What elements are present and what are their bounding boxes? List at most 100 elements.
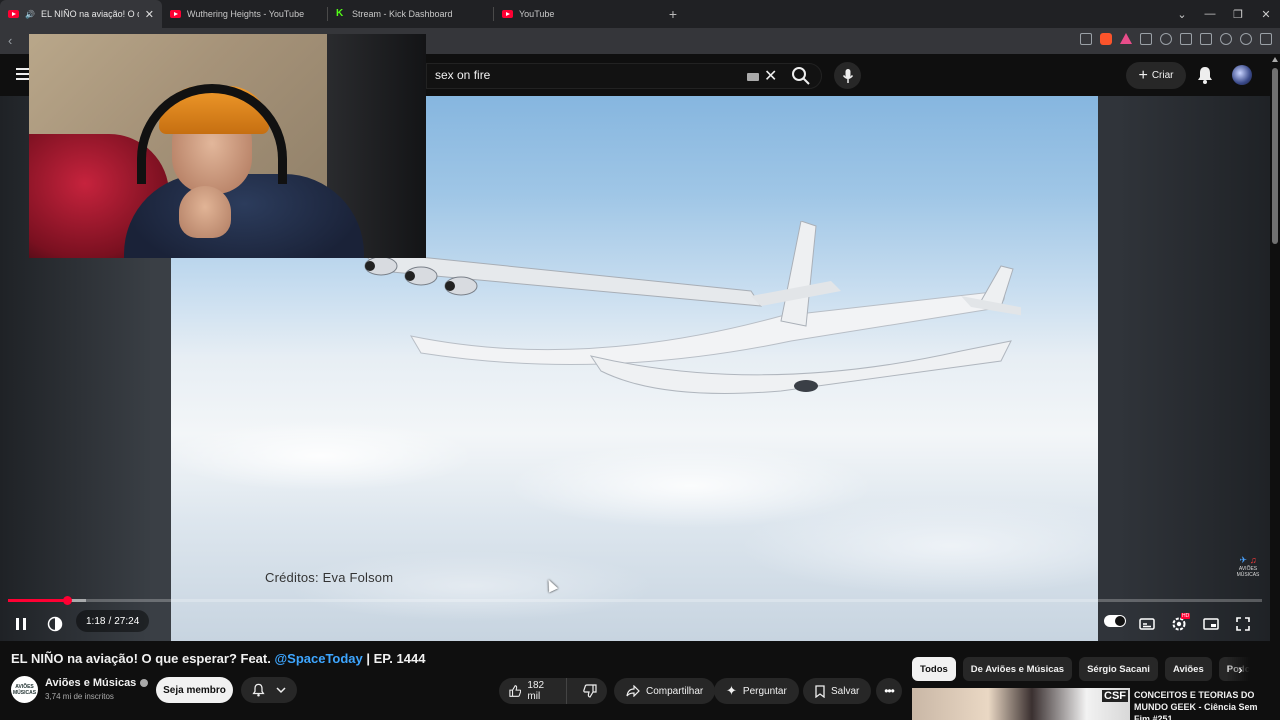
channel-avatar[interactable]: AVIÕES MÚSICAS [11, 676, 38, 703]
window-controls: ⌄ — ❐ ✕ [1168, 0, 1280, 28]
more-icon: ••• [884, 684, 895, 698]
brave-shield-icon[interactable] [1100, 33, 1112, 45]
tab-el-nino[interactable]: 🔊 EL NIÑO na aviação! O que e ✕ [0, 0, 162, 28]
share-icon [626, 685, 640, 697]
webcam-person-hand [179, 186, 231, 238]
webcam-person-jacket [124, 174, 364, 258]
back-arrow-icon[interactable]: ‹ [8, 33, 12, 48]
channel-name[interactable]: Aviões e Músicas [45, 677, 149, 689]
plus-icon: + [1138, 66, 1148, 84]
thumbs-up-icon [509, 685, 522, 697]
progress-played [8, 599, 67, 602]
microphone-icon [842, 68, 853, 83]
progress-bar[interactable] [8, 596, 1262, 605]
like-count: 182 mil [527, 680, 545, 702]
scroll-up-arrow-icon[interactable] [1272, 57, 1278, 62]
ask-button[interactable]: ✦ Perguntar [714, 678, 799, 704]
youtube-icon [8, 10, 19, 18]
miniplayer-icon [1203, 618, 1219, 630]
chip-all[interactable]: Todos [912, 657, 956, 681]
restore-button[interactable]: ❐ [1224, 8, 1252, 21]
watermark-text: AVIÕES MÚSICAS [1236, 566, 1260, 578]
subscriber-count: 3,74 mi de inscritos [45, 692, 114, 701]
mute-button[interactable] [42, 611, 68, 637]
video-title: EL NIÑO na aviação! O que esperar? Feat.… [11, 651, 425, 666]
close-tab-icon[interactable]: ✕ [145, 8, 154, 21]
search-icon[interactable] [790, 65, 812, 87]
subscription-bell-button[interactable] [241, 677, 297, 703]
volume-icon [47, 616, 63, 632]
scrollbar-thumb[interactable] [1272, 68, 1278, 244]
notifications-bell-icon[interactable] [1196, 65, 1214, 85]
recommendation-title[interactable]: CONCEITOS E TEORIAS DO MUNDO GEEK - Ciên… [1134, 689, 1264, 720]
voice-search-button[interactable] [834, 62, 861, 89]
join-button[interactable]: Seja membro [156, 677, 233, 703]
music-icon[interactable] [1160, 33, 1172, 45]
hamburger-menu-icon[interactable] [16, 68, 30, 80]
subtitles-icon [1139, 618, 1155, 630]
total-duration: 27:24 [114, 615, 140, 627]
dislike-button[interactable] [573, 684, 607, 698]
filter-chips: Todos De Aviões e Músicas Sérgio Sacani … [912, 657, 1258, 681]
pause-button[interactable] [8, 611, 34, 637]
channel-watermark[interactable]: ✈ ♫ AVIÕES MÚSICAS [1233, 555, 1263, 585]
save-button[interactable]: Salvar [803, 678, 872, 704]
sidebar-icon[interactable] [1180, 33, 1192, 45]
sparkle-icon: ✦ [726, 683, 737, 698]
page-scrollbar[interactable] [1270, 54, 1280, 720]
new-tab-button[interactable]: + [659, 0, 687, 28]
tab-title: YouTube [519, 9, 555, 19]
fullscreen-icon [1236, 617, 1250, 631]
vpn-icon[interactable] [1240, 33, 1252, 45]
tab-wuthering-heights[interactable]: Wuthering Heights - YouTube [162, 0, 327, 28]
like-button[interactable]: 182 mil [499, 678, 567, 704]
cast-icon[interactable] [1080, 33, 1092, 45]
autoplay-toggle[interactable] [1104, 615, 1126, 627]
share-label: Compartilhar [646, 685, 704, 697]
thumbnail-badge: CSF [1102, 690, 1128, 702]
more-actions-button[interactable]: ••• [876, 678, 902, 704]
like-dislike-group: 182 mil [499, 678, 607, 704]
brave-rewards-icon[interactable] [1120, 33, 1132, 44]
chip-sergio-sacani[interactable]: Sérgio Sacani [1079, 657, 1158, 681]
watermark-logo: ✈ ♫ [1239, 555, 1257, 565]
tab-youtube[interactable]: YouTube [494, 0, 659, 28]
recommendation-thumbnail[interactable]: CSF [912, 688, 1130, 720]
extensions-icon[interactable] [1140, 33, 1152, 45]
hd-badge: HD [1181, 613, 1191, 619]
search-input[interactable] [435, 68, 735, 82]
minimize-button[interactable]: — [1196, 8, 1224, 20]
search-box: ✕ [426, 63, 822, 89]
subtitles-button[interactable] [1134, 611, 1160, 637]
speaker-icon[interactable]: 🔊 [25, 10, 35, 19]
wallet-icon[interactable] [1200, 33, 1212, 45]
create-button[interactable]: + Criar [1126, 62, 1186, 89]
fullscreen-button[interactable] [1230, 611, 1256, 637]
share-button[interactable]: Compartilhar [614, 678, 716, 704]
channel-name-text: Aviões e Músicas [45, 677, 137, 689]
time-separator: / [108, 615, 112, 627]
save-label: Salvar [831, 685, 860, 697]
mention-link[interactable]: @SpaceToday [274, 651, 362, 666]
progress-scrubber-handle[interactable] [62, 596, 72, 605]
chips-fade [1226, 657, 1266, 681]
time-display: 1:18 / 27:24 [76, 610, 150, 632]
account-avatar[interactable] [1232, 65, 1252, 85]
clear-search-icon[interactable]: ✕ [764, 66, 777, 86]
leo-ai-icon[interactable] [1220, 33, 1232, 45]
browser-menu-icon[interactable] [1260, 33, 1272, 45]
settings-button[interactable]: HD [1166, 611, 1192, 637]
close-window-button[interactable]: ✕ [1252, 8, 1280, 21]
youtube-icon [502, 10, 513, 18]
bookmark-icon [815, 684, 825, 698]
chip-avioes[interactable]: Aviões [1164, 657, 1212, 681]
tab-title: Stream - Kick Dashboard [352, 9, 453, 19]
keyboard-icon[interactable] [747, 73, 759, 81]
cloud-layer [171, 396, 1098, 641]
chevron-right-icon[interactable]: › [1238, 661, 1243, 677]
aircraft-image [361, 221, 1021, 394]
tab-search-chevron-icon[interactable]: ⌄ [1168, 8, 1196, 21]
miniplayer-button[interactable] [1198, 611, 1224, 637]
tab-kick-dashboard[interactable]: Stream - Kick Dashboard [328, 0, 493, 28]
chip-from-channel[interactable]: De Aviões e Músicas [962, 657, 1073, 681]
